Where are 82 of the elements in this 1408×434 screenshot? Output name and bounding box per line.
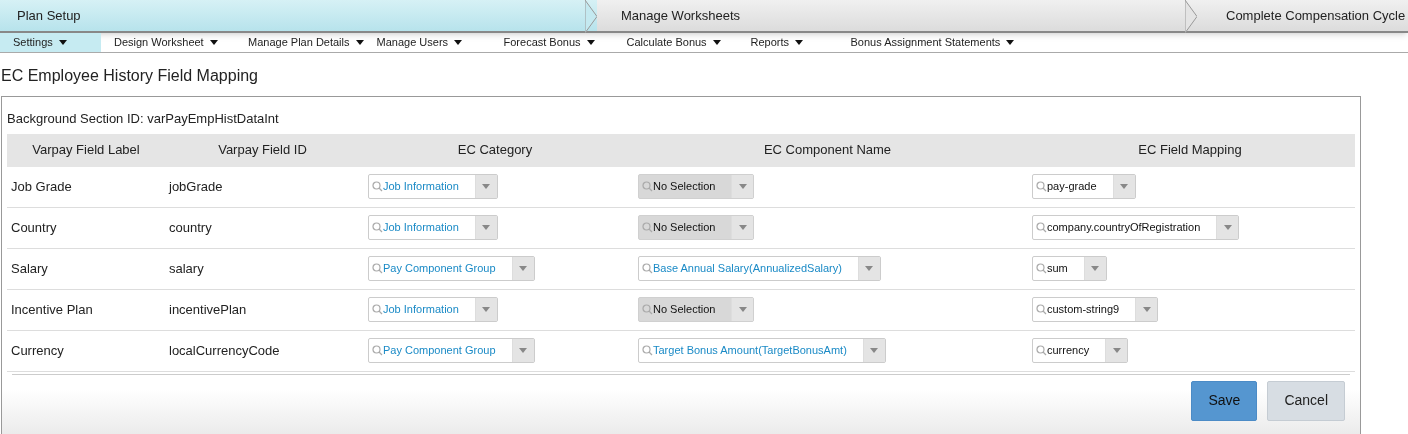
chevron-icon xyxy=(585,0,597,33)
search-icon xyxy=(372,263,383,274)
section-id-label: Background Section ID: varPayEmpHistDataInt xyxy=(7,110,279,128)
caret-icon xyxy=(482,225,491,230)
process-step[interactable]: Manage Worksheets xyxy=(597,0,1197,31)
caret-icon xyxy=(586,40,595,45)
caret-icon xyxy=(795,40,804,45)
column-header: EC Field Mapping xyxy=(1138,142,1242,158)
table-cell: country xyxy=(169,219,212,235)
search-icon xyxy=(1036,263,1047,274)
caret-icon xyxy=(519,348,527,353)
action-button[interactable]: Save xyxy=(1191,380,1258,421)
table-cell: Currency xyxy=(11,342,64,358)
table-cell: Incentive Plan xyxy=(11,301,93,317)
search-icon xyxy=(372,222,383,233)
process-step[interactable]: Plan Setup xyxy=(0,0,597,31)
page-title: EC Employee History Field Mapping xyxy=(1,66,258,86)
caret-icon xyxy=(355,40,364,45)
menu-tab[interactable]: Manage Users xyxy=(363,33,491,52)
search-icon xyxy=(1036,304,1047,315)
dropdown[interactable]: company.countryOfRegistration xyxy=(1032,215,1240,240)
caret-icon xyxy=(1091,266,1100,271)
chevron-icon xyxy=(1185,0,1197,33)
caret-icon xyxy=(738,225,747,230)
search-icon xyxy=(642,304,653,315)
column-header: Varpay Field ID xyxy=(218,142,307,158)
dropdown[interactable]: Base Annual Salary(AnnualizedSalary) xyxy=(638,256,881,281)
menu-tab[interactable]: Bonus Assignment Statements xyxy=(837,33,1038,52)
table-cell: Country xyxy=(11,219,57,235)
caret-icon xyxy=(209,40,218,45)
dropdown[interactable]: Pay Component Group xyxy=(368,338,535,363)
table-cell: Job Grade xyxy=(11,178,72,194)
caret-icon xyxy=(1223,225,1232,230)
caret-icon xyxy=(482,184,491,189)
caret-icon xyxy=(519,266,527,271)
dropdown[interactable]: currency xyxy=(1032,338,1129,363)
menu-tab[interactable]: Design Worksheet xyxy=(101,33,235,52)
table-cell: jobGrade xyxy=(169,178,223,194)
column-header: Varpay Field Label xyxy=(32,142,140,158)
dropdown[interactable]: Target Bonus Amount(TargetBonusAmt) xyxy=(638,338,886,363)
dropdown[interactable]: Job Information xyxy=(368,215,498,240)
caret-icon xyxy=(712,40,721,45)
dropdown[interactable]: sum xyxy=(1032,256,1107,281)
table-cell: salary xyxy=(169,260,204,276)
table-cell: incentivePlan xyxy=(169,301,247,317)
caret-icon xyxy=(1120,184,1129,189)
caret-icon xyxy=(738,307,747,312)
process-step[interactable]: Complete Compensation Cycle xyxy=(1197,0,1408,31)
menu-tab[interactable]: Reports xyxy=(737,33,838,52)
menu-tab[interactable]: Calculate Bonus xyxy=(613,33,738,52)
caret-icon xyxy=(58,40,67,45)
caret-icon xyxy=(482,307,491,312)
action-button[interactable]: Cancel xyxy=(1267,380,1345,421)
column-header: EC Component Name xyxy=(763,142,892,158)
search-icon xyxy=(372,304,383,315)
search-icon xyxy=(1036,222,1047,233)
menu-tab[interactable]: Manage Plan Details xyxy=(235,33,364,52)
column-header: EC Category xyxy=(457,142,533,158)
table-cell: localCurrencyCode xyxy=(169,342,280,358)
dropdown[interactable]: Pay Component Group xyxy=(368,256,535,281)
search-icon xyxy=(642,345,653,356)
search-icon xyxy=(372,181,383,192)
search-icon xyxy=(642,181,653,192)
caret-icon xyxy=(1112,348,1121,353)
caret-icon xyxy=(865,266,874,271)
dropdown[interactable]: custom-string9 xyxy=(1032,297,1159,322)
search-icon xyxy=(642,222,653,233)
caret-icon xyxy=(1006,40,1015,45)
search-icon xyxy=(642,263,653,274)
search-icon xyxy=(1036,345,1047,356)
search-icon xyxy=(1036,181,1047,192)
menu-tab[interactable]: Forecast Bonus xyxy=(490,33,614,52)
caret-icon xyxy=(1142,307,1151,312)
dropdown[interactable]: Job Information xyxy=(368,297,498,322)
caret-icon xyxy=(738,184,747,189)
dropdown[interactable]: pay-grade xyxy=(1032,174,1136,199)
caret-icon xyxy=(454,40,463,45)
dropdown[interactable]: Job Information xyxy=(368,174,498,199)
menu-tab[interactable]: Settings xyxy=(0,33,101,52)
search-icon xyxy=(372,345,383,356)
caret-icon xyxy=(870,348,879,353)
table-cell: Salary xyxy=(11,260,48,276)
